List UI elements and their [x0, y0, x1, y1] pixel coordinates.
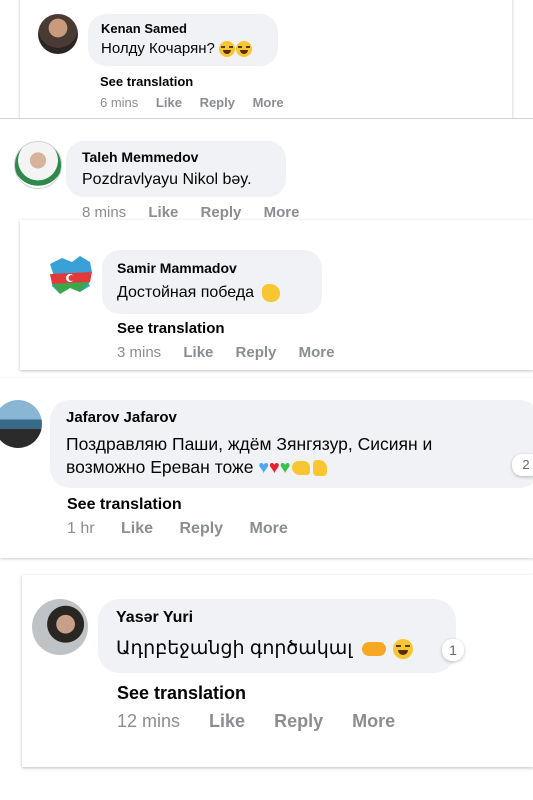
comment-bubble: Samir Mammadov Достойная победа: [102, 250, 322, 314]
reply-button[interactable]: Reply: [201, 204, 242, 221]
thumbs-up-icon: [313, 460, 328, 477]
comment-text: Ադրբեջանցի գործակալ: [116, 637, 414, 660]
avatar[interactable]: [0, 400, 42, 448]
more-button[interactable]: More: [250, 520, 288, 538]
comment-text: Pozdravlyayu Nikol bəy.: [82, 171, 252, 188]
comment-author[interactable]: Samir Mammadov: [117, 260, 237, 276]
comment-card: Yasər Yuri Ադրբեջանցի գործակալ 1 See tra…: [22, 575, 533, 767]
comment-bubble: Yasər Yuri Ադրբեջանցի գործակալ: [98, 599, 456, 673]
comment-text-line: Поздравляю Паши, ждём Зянгязур, Сисиян и: [66, 434, 433, 454]
comment-time: 12 mins: [117, 711, 181, 731]
blue-heart-icon: ♥: [258, 457, 270, 477]
see-translation-link[interactable]: See translation: [67, 496, 182, 514]
like-button[interactable]: Like: [209, 711, 245, 732]
face-with-tears-of-joy-icon: [219, 41, 236, 58]
comment-card: Samir Mammadov Достойная победа See tran…: [20, 220, 533, 370]
reply-button[interactable]: Reply: [274, 711, 323, 732]
comment-text: Нолду Кочарян?: [101, 40, 253, 58]
comment-actions: 8 mins Like Reply More: [82, 204, 299, 221]
comment-time: 6 mins: [100, 95, 139, 110]
reaction-count-badge[interactable]: 2: [512, 454, 533, 476]
reaction-count-badge[interactable]: 1: [442, 639, 464, 661]
more-button[interactable]: More: [253, 95, 284, 110]
face-with-tears-of-joy-icon: [393, 638, 414, 659]
face-with-tears-of-joy-icon: [236, 41, 253, 58]
comment-text-content: Нолду Кочарян?: [101, 40, 215, 57]
comment-text-content: Ադրբեջանցի գործակալ: [116, 638, 353, 659]
like-button[interactable]: Like: [156, 95, 182, 110]
clapping-hands-icon: [261, 284, 280, 302]
comment-actions: 3 mins Like Reply More: [117, 344, 334, 361]
comment-text-content: возможно Ереван тоже: [66, 457, 254, 477]
comment-card: Jafarov Jafarov Поздравляю Паши, ждём Зя…: [0, 378, 533, 558]
see-translation-link[interactable]: See translation: [117, 683, 246, 704]
comment-text: Достойная победа: [117, 284, 280, 302]
comment-bubble: Jafarov Jafarov Поздравляю Паши, ждём Зя…: [50, 400, 533, 488]
azerbaijan-map-icon: [50, 256, 92, 294]
comment-card: Taleh Memmedov Pozdravlyayu Nikol bəy. 8…: [0, 118, 533, 227]
avatar[interactable]: [46, 250, 96, 300]
comment-time: 8 mins: [82, 204, 127, 221]
comment-author[interactable]: Kenan Samed: [101, 21, 187, 36]
comment-time: 1 hr: [67, 520, 95, 537]
comment-actions: 6 mins Like Reply More: [100, 95, 284, 110]
comment-author[interactable]: Jafarov Jafarov: [66, 409, 177, 426]
like-button[interactable]: Like: [183, 344, 213, 361]
avatar[interactable]: [32, 599, 88, 655]
avatar[interactable]: [14, 141, 62, 189]
avatar[interactable]: [38, 14, 78, 54]
handshake-icon: [361, 641, 386, 656]
comment-bubble: Taleh Memmedov Pozdravlyayu Nikol bəy.: [66, 141, 286, 197]
like-button[interactable]: Like: [148, 204, 178, 221]
comment-actions: 12 mins Like Reply More: [117, 711, 395, 732]
comment-text-content: Достойная победа: [117, 284, 255, 302]
comment-actions: 1 hr Like Reply More: [67, 520, 288, 538]
comment-author[interactable]: Yasər Yuri: [116, 609, 193, 627]
reply-button[interactable]: Reply: [236, 344, 277, 361]
green-heart-icon: ♥: [279, 457, 291, 477]
comment-bubble: Kenan Samed Нолду Кочарян?: [88, 14, 278, 66]
reply-button[interactable]: Reply: [200, 95, 235, 110]
see-translation-link[interactable]: See translation: [117, 320, 225, 337]
more-button[interactable]: More: [299, 344, 335, 361]
more-button[interactable]: More: [264, 204, 300, 221]
see-translation-link[interactable]: See translation: [100, 74, 193, 89]
comment-text-line: возможно Ереван тоже ♥♥♥: [66, 457, 328, 478]
like-button[interactable]: Like: [121, 520, 153, 538]
reply-button[interactable]: Reply: [180, 520, 224, 538]
red-heart-icon: ♥: [269, 457, 280, 477]
comment-author[interactable]: Taleh Memmedov: [82, 149, 198, 165]
flexed-biceps-icon: [292, 461, 311, 476]
comment-card: Kenan Samed Нолду Кочарян? See translati…: [20, 0, 512, 128]
comment-time: 3 mins: [117, 344, 162, 361]
more-button[interactable]: More: [352, 711, 395, 732]
